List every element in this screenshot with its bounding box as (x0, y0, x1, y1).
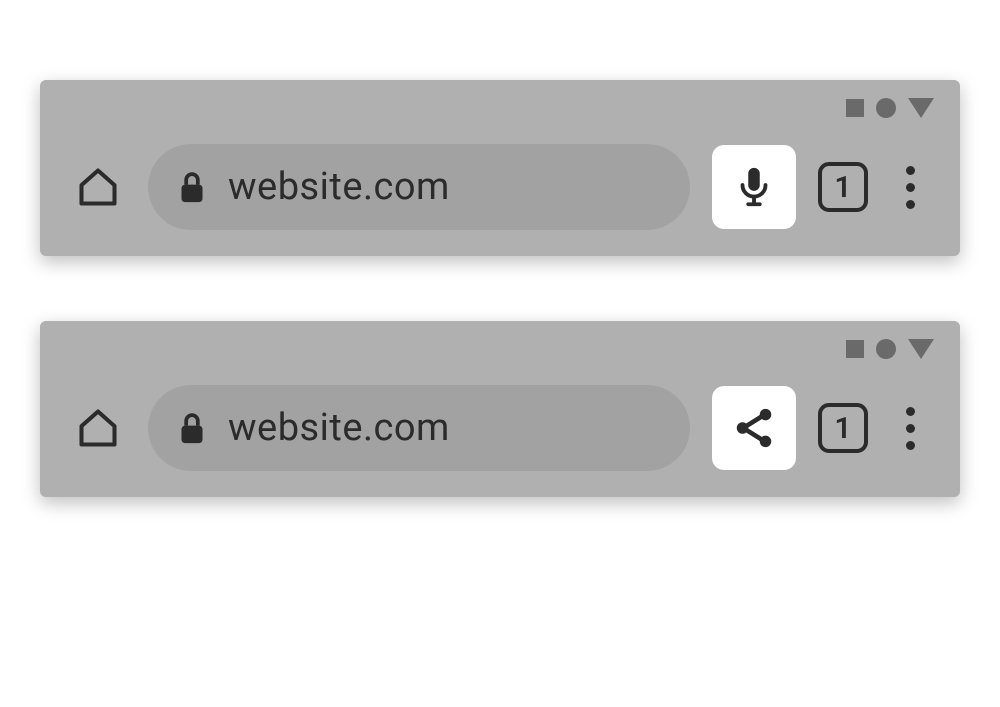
status-triangle-icon (908, 339, 934, 359)
status-bar (60, 335, 940, 363)
address-bar[interactable]: website.com (148, 144, 690, 230)
status-circle-icon (876, 98, 896, 118)
more-menu-icon (906, 441, 915, 450)
tab-switcher-button[interactable]: 1 (818, 403, 868, 453)
more-menu-icon (906, 183, 915, 192)
status-circle-icon (876, 339, 896, 359)
more-menu-button[interactable] (890, 407, 930, 450)
lock-icon (178, 411, 206, 445)
more-menu-icon (906, 200, 915, 209)
browser-toolbar: website.com 1 (40, 80, 960, 256)
share-icon (731, 405, 777, 451)
lock-icon (178, 170, 206, 204)
more-menu-icon (906, 424, 915, 433)
home-button[interactable] (70, 159, 126, 215)
url-text: website.com (228, 165, 450, 209)
status-bar (60, 94, 940, 122)
microphone-icon (731, 164, 777, 210)
url-text: website.com (228, 406, 450, 450)
tab-count: 1 (834, 411, 851, 446)
home-icon (76, 165, 120, 209)
toolbar-row: website.com 1 (60, 144, 940, 230)
more-menu-icon (906, 166, 915, 175)
home-button[interactable] (70, 400, 126, 456)
home-icon (76, 406, 120, 450)
address-bar[interactable]: website.com (148, 385, 690, 471)
toolbar-row: website.com 1 (60, 385, 940, 471)
status-square-icon (846, 99, 864, 117)
tab-switcher-button[interactable]: 1 (818, 162, 868, 212)
voice-search-button[interactable] (712, 145, 796, 229)
more-menu-icon (906, 407, 915, 416)
tab-count: 1 (834, 170, 851, 205)
more-menu-button[interactable] (890, 166, 930, 209)
status-square-icon (846, 340, 864, 358)
status-triangle-icon (908, 98, 934, 118)
share-button[interactable] (712, 386, 796, 470)
browser-toolbar: website.com 1 (40, 321, 960, 497)
